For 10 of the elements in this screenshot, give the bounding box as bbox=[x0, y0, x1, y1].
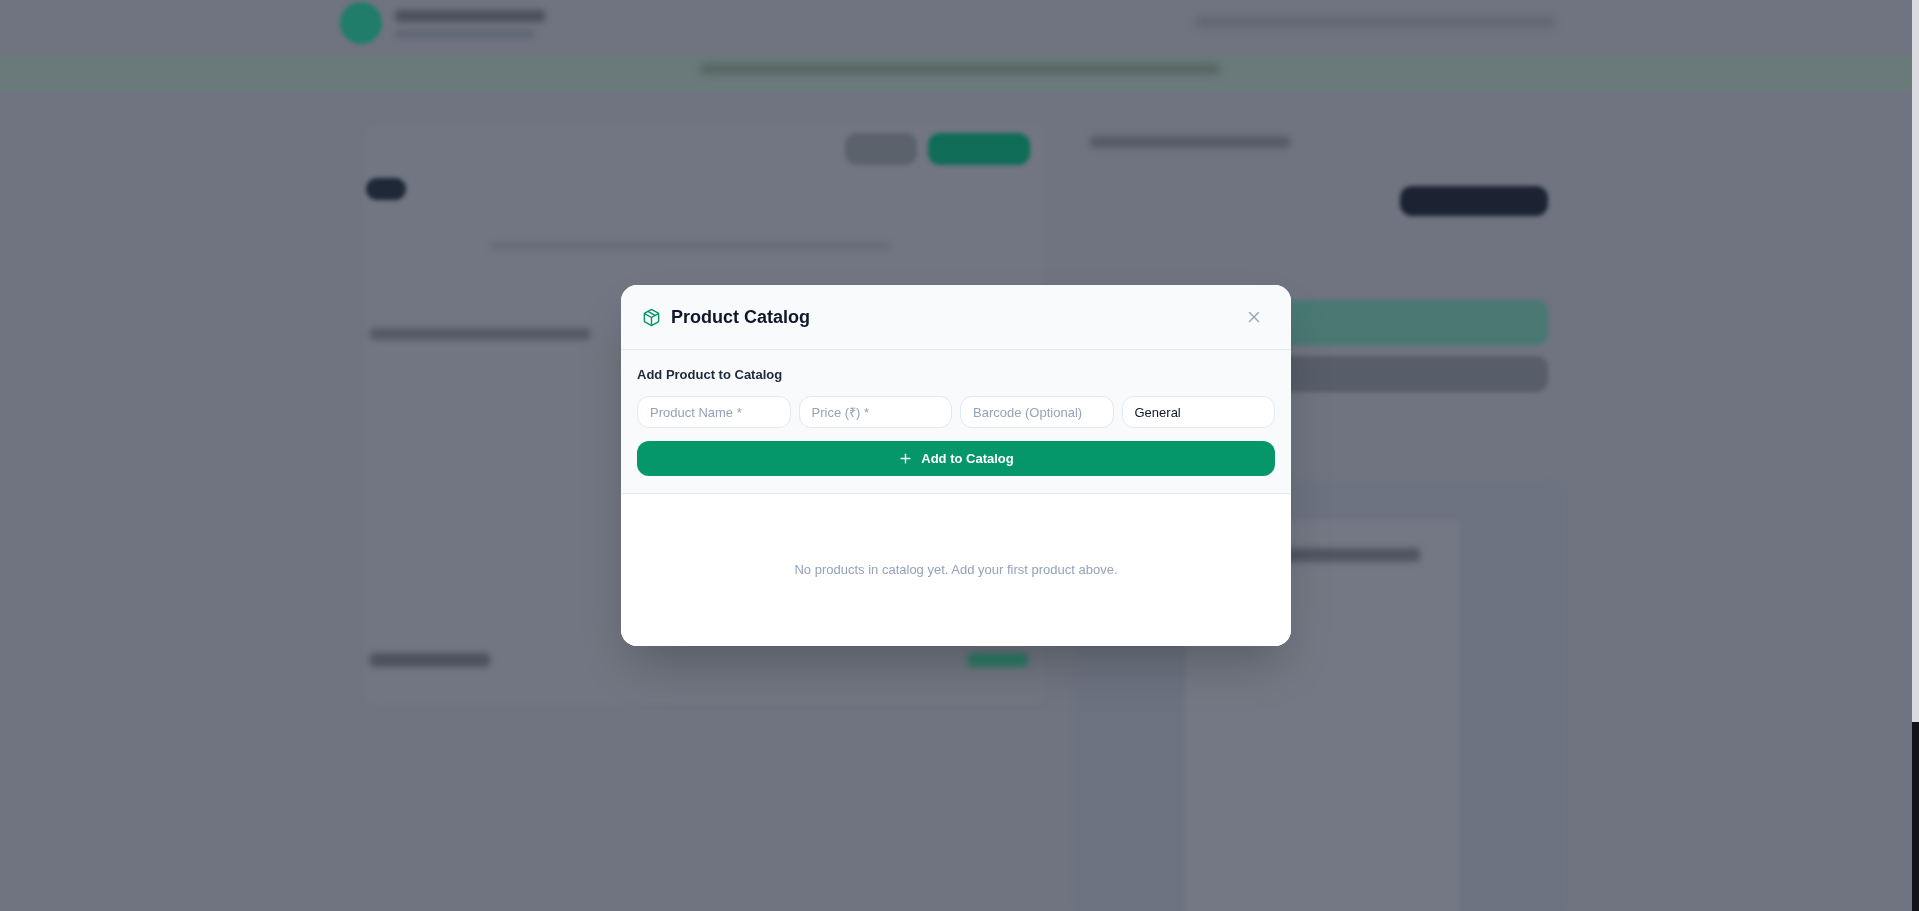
form-heading: Add Product to Catalog bbox=[637, 366, 784, 384]
package-icon bbox=[642, 307, 661, 327]
plus-icon bbox=[898, 451, 914, 466]
input-field[interactable]: Barcode (Optional) bbox=[960, 396, 1114, 428]
input-field[interactable]: Price (₹) * bbox=[798, 396, 952, 428]
add-to-catalog-button[interactable]: Add to Catalog bbox=[637, 441, 1275, 476]
dialog-title: Product Catalog bbox=[671, 305, 810, 329]
input-field[interactable]: General bbox=[1121, 396, 1275, 428]
input-field[interactable]: Product Name * bbox=[637, 396, 791, 428]
empty-catalog-message: No products in catalog yet. Add your first product above. bbox=[794, 561, 1118, 580]
